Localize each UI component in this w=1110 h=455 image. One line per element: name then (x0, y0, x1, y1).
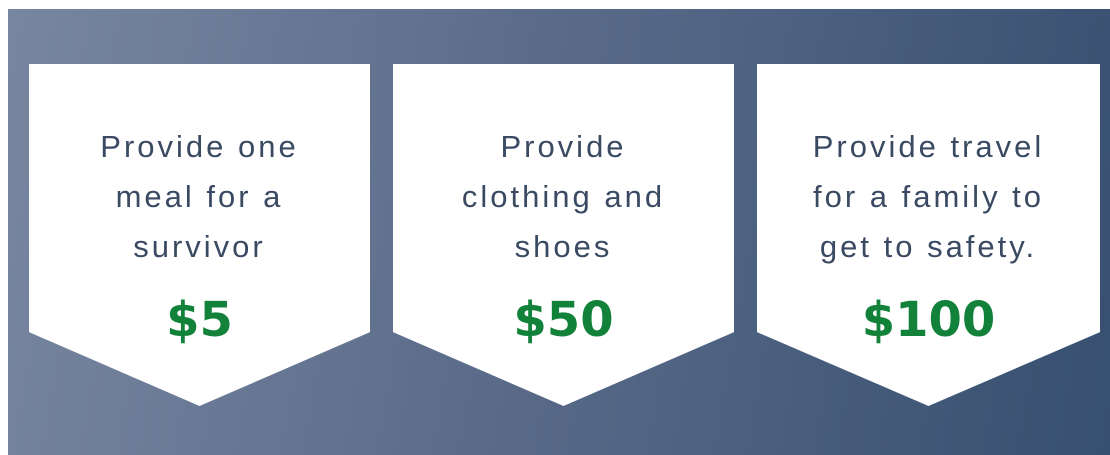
donation-amount: $5 (166, 292, 233, 348)
donation-card-50[interactable]: Provide clothing and shoes $50 (393, 64, 734, 406)
donation-amount: $100 (861, 292, 996, 348)
donation-description: Provide clothing and shoes (461, 129, 666, 264)
donation-card-100[interactable]: Provide travel for a family to get to sa… (757, 64, 1100, 406)
donation-banner: Provide one meal for a survivor $5 Provi… (8, 9, 1110, 455)
donation-amount: $50 (513, 292, 614, 348)
donation-description: Provide one meal for a survivor (100, 129, 299, 264)
donation-card-5[interactable]: Provide one meal for a survivor $5 (29, 64, 370, 406)
donation-description: Provide travel for a family to get to sa… (812, 129, 1045, 264)
